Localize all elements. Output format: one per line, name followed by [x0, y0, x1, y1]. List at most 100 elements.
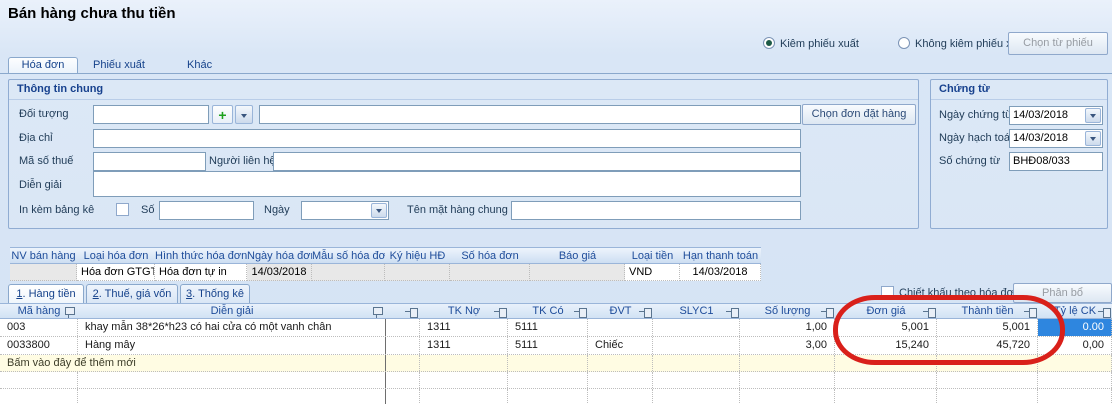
table-row: 0033800 Hàng mây 1311 5111 Chiếc 3,00 15…	[0, 337, 1112, 355]
band-cell-ky-hieu-hd[interactable]	[385, 264, 450, 281]
cell-tk-co[interactable]: 5111	[508, 337, 588, 354]
cell-thanh-tien[interactable]: 45,720	[937, 337, 1038, 354]
pin-icon[interactable]	[574, 307, 586, 317]
cell-spacer[interactable]	[386, 319, 420, 336]
tab-hang-tien[interactable]: 1. Hàng tiền	[8, 284, 84, 303]
pin-icon[interactable]	[371, 307, 383, 317]
doc-no-input[interactable]: BHĐ08/033	[1009, 152, 1103, 171]
pin-icon[interactable]	[494, 307, 506, 317]
pick-from-delivery-button[interactable]: Chọn từ phiếu xuất...	[1008, 32, 1108, 55]
cell-spacer[interactable]	[386, 337, 420, 354]
description-input[interactable]	[93, 171, 801, 197]
cell-empty	[420, 355, 508, 371]
cell-ty-le-ck[interactable]: 0,00	[1038, 337, 1112, 354]
customer-name-input[interactable]	[259, 105, 801, 124]
pin-icon[interactable]	[726, 307, 738, 317]
pick-order-button[interactable]: Chọn đơn đặt hàng	[802, 104, 916, 125]
tab-phieu-xuat[interactable]: Phiếu xuất	[93, 59, 145, 71]
cell-slyc1[interactable]	[653, 319, 740, 336]
band-cell-bao-gia[interactable]	[530, 264, 625, 281]
attach-list-checkbox[interactable]	[116, 203, 129, 216]
pin-icon[interactable]	[1024, 307, 1036, 317]
cell-empty	[386, 389, 420, 404]
band-cell-ngay-hoa-don[interactable]: 14/03/2018	[247, 264, 312, 281]
cell-tk-no[interactable]: 1311	[420, 319, 508, 336]
band-cell-hinh-thuc-hoa-don[interactable]: Hóa đơn tự in	[155, 264, 247, 281]
col-header-so-luong[interactable]: Số lượng	[740, 304, 835, 318]
col-header-ma-hang[interactable]: Mã hàng	[0, 304, 78, 318]
pin-icon[interactable]	[63, 307, 75, 317]
pin-icon[interactable]	[821, 307, 833, 317]
band-col-header: Loại hóa đơn	[77, 247, 155, 264]
col-header-dien-giai[interactable]: Diễn giải	[78, 304, 386, 318]
cell-so-luong[interactable]: 1,00	[740, 319, 835, 336]
cell-don-gia[interactable]: 15,240	[835, 337, 937, 354]
chevron-down-icon[interactable]	[1085, 131, 1101, 146]
cell-ma-hang[interactable]: 003	[0, 319, 78, 336]
doc-date-combo[interactable]: 14/03/2018	[1009, 106, 1103, 125]
list-number-input[interactable]	[159, 201, 254, 220]
cell-ma-hang[interactable]: 0033800	[0, 337, 78, 354]
description-label: Diễn giải	[19, 179, 62, 191]
band-cell-han-thanh-toan[interactable]: 14/03/2018	[680, 264, 761, 281]
invoice-band: NV bán hàng Loại hóa đơn Hình thức hóa đ…	[10, 247, 762, 281]
band-cell-loai-hoa-don[interactable]: Hóa đơn GTGT	[77, 264, 155, 281]
cell-don-gia[interactable]: 5,001	[835, 319, 937, 336]
cell-dien-giai[interactable]: Hàng mây	[78, 337, 386, 354]
common-item-input[interactable]	[511, 201, 801, 220]
discount-per-invoice-label[interactable]: Chiết khấu theo hóa đơn	[899, 287, 1020, 299]
col-header-spacer[interactable]	[386, 304, 420, 318]
cell-empty	[937, 355, 1038, 371]
tab-khac[interactable]: Khác	[187, 59, 212, 71]
tax-code-input[interactable]	[93, 152, 206, 171]
doc-date-label: Ngày chứng từ	[939, 109, 1012, 121]
pin-icon[interactable]	[639, 307, 651, 317]
chevron-down-icon[interactable]	[371, 203, 387, 218]
cell-dvt[interactable]	[588, 319, 653, 336]
tab-thue-gia-von[interactable]: 2. Thuế, giá vốn	[86, 284, 178, 303]
address-input[interactable]	[93, 129, 801, 148]
cell-empty	[588, 355, 653, 371]
posting-date-combo[interactable]: 14/03/2018	[1009, 129, 1103, 148]
col-header-thanh-tien[interactable]: Thành tiền	[937, 304, 1038, 318]
cell-tk-no[interactable]: 1311	[420, 337, 508, 354]
add-new-row-label[interactable]: Bấm vào đây để thêm mới	[0, 355, 386, 371]
radio-kiem-phieu-xuat[interactable]	[763, 37, 775, 49]
cell-ty-le-ck-selected[interactable]: 0.00	[1038, 319, 1112, 336]
tab-hoa-don[interactable]: Hóa đơn	[8, 57, 78, 74]
cell-dien-giai[interactable]: khay mẫn 38*26*h23 có hai cửa có một van…	[78, 319, 386, 336]
cell-empty	[0, 389, 78, 404]
pin-icon[interactable]	[405, 307, 417, 317]
cell-so-luong[interactable]: 3,00	[740, 337, 835, 354]
col-header-don-gia[interactable]: Đơn giá	[835, 304, 937, 318]
band-cell-loai-tien[interactable]: VND	[625, 264, 680, 281]
posting-date-label: Ngày hạch toán	[939, 132, 1016, 144]
add-customer-button[interactable]: +	[212, 105, 233, 124]
customer-code-input[interactable]	[93, 105, 209, 124]
list-date-combo[interactable]	[301, 201, 389, 220]
cell-slyc1[interactable]	[653, 337, 740, 354]
cell-tk-co[interactable]: 5111	[508, 319, 588, 336]
discount-per-invoice-checkbox[interactable]	[881, 286, 894, 299]
col-header-ty-le-ck[interactable]: Tỷ lệ CK	[1038, 304, 1112, 318]
col-header-dvt[interactable]: ĐVT	[588, 304, 653, 318]
band-col-header: NV bán hàng	[10, 247, 77, 264]
band-cell-nv-ban-hang[interactable]	[10, 264, 77, 281]
tab-thong-ke[interactable]: 3. Thống kê	[180, 284, 250, 303]
col-header-tk-no[interactable]: TK Nợ	[420, 304, 508, 318]
band-cell-so-hoa-don[interactable]	[450, 264, 530, 281]
radio-kiem-phieu-xuat-label[interactable]: Kiêm phiếu xuất	[780, 38, 859, 50]
allocate-button[interactable]: Phân bổ	[1013, 283, 1112, 303]
pin-icon[interactable]	[923, 307, 935, 317]
chevron-down-icon[interactable]	[1085, 108, 1101, 123]
cell-dvt[interactable]: Chiếc	[588, 337, 653, 354]
contact-input[interactable]	[273, 152, 801, 171]
col-header-tk-co[interactable]: TK Có	[508, 304, 588, 318]
cell-thanh-tien[interactable]: 5,001	[937, 319, 1038, 336]
customer-dropdown-button[interactable]	[235, 105, 253, 124]
col-header-slyc1[interactable]: SLYC1	[653, 304, 740, 318]
radio-khong-kiem-phieu-xuat[interactable]	[898, 37, 910, 49]
band-cell-mau-so-hoa-don[interactable]	[312, 264, 385, 281]
pin-icon[interactable]	[1098, 307, 1110, 317]
add-new-row[interactable]: Bấm vào đây để thêm mới	[0, 355, 1112, 372]
